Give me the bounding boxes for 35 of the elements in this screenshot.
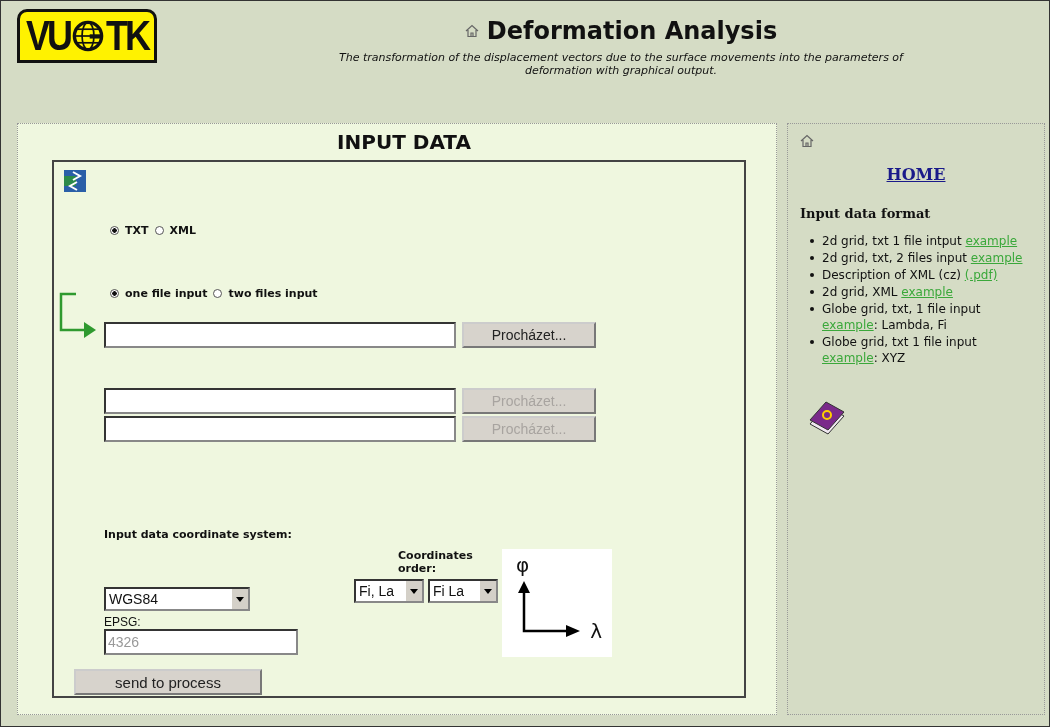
page-title: Deformation Analysis (486, 17, 778, 45)
format-radio[interactable]: TXT (110, 224, 149, 237)
logo: VU TK (17, 9, 157, 63)
send-button[interactable]: send to process (74, 669, 262, 695)
axes-diagram: φ λ (502, 549, 612, 657)
coordinate-system-select[interactable]: WGS84 (104, 587, 250, 611)
home-icon[interactable] (800, 134, 814, 148)
sidebar-heading: Input data format (800, 206, 932, 221)
coordinates-order-select[interactable]: Fi La (428, 579, 498, 603)
file-mode-radio[interactable]: one file input (110, 287, 208, 300)
format-item: Globe grid, txt 1 file input example: XYZ (822, 334, 978, 366)
browse-button[interactable]: Procházet... (462, 322, 596, 348)
format-item: Description of XML (cz) (.pdf) (822, 267, 999, 283)
file-path-field[interactable] (104, 322, 456, 348)
file-mode-radio[interactable]: two files input (213, 287, 318, 300)
home-link[interactable]: HOME (800, 165, 1032, 184)
bullet-icon (810, 290, 814, 294)
bullet-icon (810, 239, 814, 243)
format-item: 2d grid, txt, 2 files input example (822, 250, 1024, 266)
bullet-icon (810, 340, 814, 344)
bullet-icon (810, 307, 814, 311)
format-item: 2d grid, txt 1 file intput example (822, 233, 1019, 249)
epsg-label: EPSG: (104, 615, 142, 629)
subtitle: The transformation of the displacement vectors due to the surface movements into the parameters of deformation with graphical output. (338, 51, 905, 77)
bullet-icon (810, 256, 814, 260)
bullet-icon (810, 273, 814, 277)
format-item: 2d grid, XML example (822, 284, 954, 300)
home-icon[interactable] (464, 24, 479, 38)
swap-icon[interactable] (64, 170, 86, 192)
format-item: Globe grid, txt, 1 file input example: Lambda, Fi (822, 301, 982, 333)
format-radio[interactable]: XML (154, 224, 196, 237)
coordinate-system-label: Input data coordinate system: (104, 528, 293, 541)
section-heading: INPUT DATA (336, 130, 472, 154)
coordinates-order-label: Coordinates order: (398, 549, 474, 575)
coordinates-order-select[interactable]: Fi, La (354, 579, 424, 603)
